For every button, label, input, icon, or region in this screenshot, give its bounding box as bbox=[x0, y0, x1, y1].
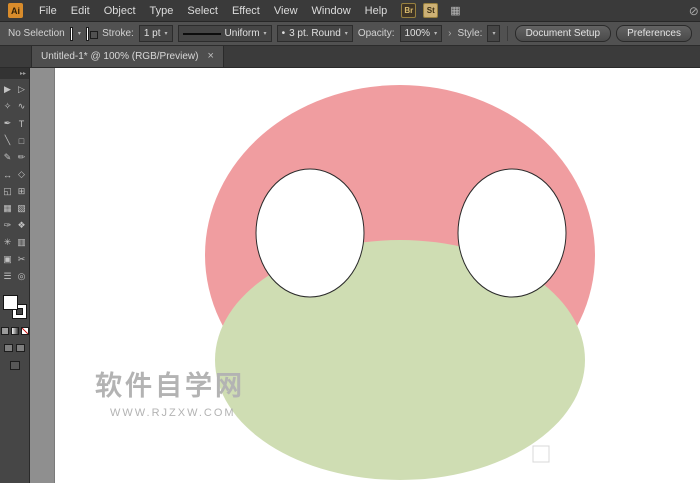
brush-dropdown[interactable]: • 3 pt. Round ▾ bbox=[277, 25, 353, 42]
pencil-tool[interactable]: ✏ bbox=[15, 149, 29, 166]
menu-effect[interactable]: Effect bbox=[225, 0, 267, 22]
perspective-grid-tool[interactable]: ⊞ bbox=[15, 183, 29, 200]
menu-view[interactable]: View bbox=[267, 0, 305, 22]
gradient-button[interactable] bbox=[11, 327, 19, 335]
line-segment-tool[interactable]: ╲ bbox=[1, 132, 15, 149]
brush-value: 3 pt. Round bbox=[289, 28, 341, 39]
bridge-badge-icon[interactable]: Br bbox=[401, 3, 416, 18]
chevron-down-icon: ▾ bbox=[492, 30, 495, 37]
screen-mode-button[interactable] bbox=[10, 361, 20, 370]
close-icon[interactable]: × bbox=[207, 51, 213, 62]
artwork bbox=[55, 68, 700, 483]
stroke-color-swatch[interactable] bbox=[86, 27, 89, 41]
chevron-down-icon: ▾ bbox=[165, 30, 168, 37]
lasso-tool[interactable]: ∿ bbox=[15, 98, 29, 115]
menu-bar: Ai FileEditObjectTypeSelectEffectViewWin… bbox=[0, 0, 700, 22]
color-mode-row bbox=[1, 327, 29, 335]
hand-tool[interactable]: ☰ bbox=[1, 268, 15, 285]
fill-swatch[interactable] bbox=[3, 295, 18, 310]
shape-builder-tool[interactable]: ◱ bbox=[1, 183, 15, 200]
document-tab-title: Untitled-1* @ 100% (RGB/Preview) bbox=[41, 51, 198, 62]
menu-window[interactable]: Window bbox=[305, 0, 358, 22]
app-logo-icon: Ai bbox=[8, 3, 23, 18]
illustrator-window: Ai FileEditObjectTypeSelectEffectViewWin… bbox=[0, 0, 700, 483]
artboard-tool[interactable]: ▣ bbox=[1, 251, 15, 268]
left-eye-shape[interactable] bbox=[256, 169, 364, 297]
chevron-down-icon: ▾ bbox=[434, 30, 437, 37]
right-eye-shape[interactable] bbox=[458, 169, 566, 297]
selection-tool[interactable]: ▶ bbox=[1, 81, 15, 98]
pen-tool[interactable]: ✒ bbox=[1, 115, 15, 132]
opacity-value: 100% bbox=[405, 28, 431, 39]
style-dropdown[interactable]: ▾ bbox=[487, 25, 500, 42]
mesh-tool[interactable]: ▦ bbox=[1, 200, 15, 217]
menu-object[interactable]: Object bbox=[97, 0, 143, 22]
menu-select[interactable]: Select bbox=[180, 0, 225, 22]
gradient-tool[interactable]: ▧ bbox=[15, 200, 29, 217]
paintbrush-tool[interactable]: ✎ bbox=[1, 149, 15, 166]
artboard[interactable]: 软件自学网 WWW.RJZXW.COM bbox=[55, 68, 700, 483]
document-tab-bar: Untitled-1* @ 100% (RGB/Preview) × bbox=[0, 46, 700, 68]
document-tab[interactable]: Untitled-1* @ 100% (RGB/Preview) × bbox=[31, 46, 224, 67]
none-button[interactable] bbox=[21, 327, 29, 335]
eyedropper-tool[interactable]: ✑ bbox=[1, 217, 15, 234]
tools-panel: ▸▸ ▶▷✧∿✒T╲□✎✏↔◇◱⊞▦▧✑❖✳▥▣✂☰◎ bbox=[0, 68, 30, 483]
tool-grid: ▶▷✧∿✒T╲□✎✏↔◇◱⊞▦▧✑❖✳▥▣✂☰◎ bbox=[1, 81, 29, 285]
free-transform-tool[interactable]: ◇ bbox=[15, 166, 29, 183]
width-profile-dropdown[interactable]: Uniform ▾ bbox=[178, 25, 272, 42]
preferences-button[interactable]: Preferences bbox=[616, 25, 692, 42]
stroke-width-value: 1 pt bbox=[144, 28, 161, 39]
stroke-label: Stroke: bbox=[102, 28, 134, 39]
panel-collapse-icon[interactable]: ▸▸ bbox=[0, 68, 29, 79]
chevron-down-icon: ▾ bbox=[264, 30, 267, 37]
stroke-width-dropdown[interactable]: 1 pt ▾ bbox=[139, 25, 173, 42]
fill-color-swatch[interactable] bbox=[70, 27, 73, 41]
stock-badge-icon[interactable]: St bbox=[423, 3, 438, 18]
draw-normal-button[interactable] bbox=[4, 344, 13, 352]
canvas-pasteboard[interactable]: 软件自学网 WWW.RJZXW.COM bbox=[30, 68, 700, 483]
width-profile-value: Uniform bbox=[225, 28, 260, 39]
symbol-sprayer-tool[interactable]: ✳ bbox=[1, 234, 15, 251]
width-profile-line-icon bbox=[183, 33, 221, 35]
zoom-tool[interactable]: ◎ bbox=[15, 268, 29, 285]
sync-disabled-icon[interactable]: ⊘ bbox=[689, 4, 699, 18]
document-setup-button[interactable]: Document Setup bbox=[515, 25, 612, 42]
style-label: Style: bbox=[457, 28, 482, 39]
brush-bullet-icon: • bbox=[282, 28, 286, 39]
chevron-down-icon: ▾ bbox=[345, 30, 348, 37]
control-bar: No Selection ▾ ▾ Stroke: 1 pt ▾ Uniform … bbox=[0, 22, 700, 46]
menu-type[interactable]: Type bbox=[143, 0, 181, 22]
rectangle-tool[interactable]: □ bbox=[15, 132, 29, 149]
magic-wand-tool[interactable]: ✧ bbox=[1, 98, 15, 115]
blend-tool[interactable]: ❖ bbox=[15, 217, 29, 234]
workspace-switcher-icon[interactable]: ▦ bbox=[450, 4, 460, 17]
menu-file[interactable]: File bbox=[32, 0, 64, 22]
menu-edit[interactable]: Edit bbox=[64, 0, 97, 22]
opacity-dropdown[interactable]: 100% ▾ bbox=[400, 25, 443, 42]
draw-behind-button[interactable] bbox=[16, 344, 25, 352]
draw-mode-row bbox=[4, 344, 25, 352]
opacity-label: Opacity: bbox=[358, 28, 395, 39]
width-tool[interactable]: ↔ bbox=[1, 166, 15, 183]
fill-stroke-widget bbox=[3, 295, 27, 319]
fill-chevron-icon[interactable]: ▾ bbox=[78, 30, 81, 37]
direct-selection-tool[interactable]: ▷ bbox=[15, 81, 29, 98]
main-area: ▸▸ ▶▷✧∿✒T╲□✎✏↔◇◱⊞▦▧✑❖✳▥▣✂☰◎ bbox=[0, 68, 700, 483]
menu-help[interactable]: Help bbox=[358, 0, 395, 22]
selection-status: No Selection bbox=[8, 28, 65, 39]
slice-tool[interactable]: ✂ bbox=[15, 251, 29, 268]
chevron-right-icon[interactable]: › bbox=[447, 28, 452, 39]
color-button[interactable] bbox=[1, 327, 9, 335]
menu-items: FileEditObjectTypeSelectEffectViewWindow… bbox=[32, 0, 394, 21]
type-tool[interactable]: T bbox=[15, 115, 29, 132]
column-graph-tool[interactable]: ▥ bbox=[15, 234, 29, 251]
white-square-shape[interactable] bbox=[533, 446, 549, 462]
